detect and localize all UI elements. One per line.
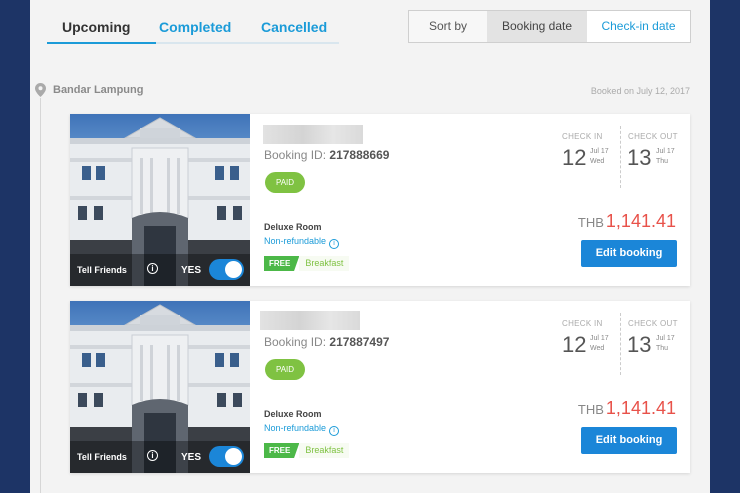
booking-id-value: 217888669: [329, 148, 390, 162]
edit-booking-button[interactable]: Edit booking: [581, 240, 677, 267]
price-amount: 1,141.41: [605, 211, 676, 231]
sort-booking-date[interactable]: Booking date: [487, 11, 587, 42]
check-in-weekday: Wed: [590, 158, 605, 165]
refund-policy: Non-refundable i: [264, 423, 340, 436]
check-in-month-weekday: Jul 17 Wed: [590, 334, 609, 354]
hotel-name-redacted: [260, 311, 360, 330]
date-divider: [620, 126, 621, 188]
refund-policy-label[interactable]: Non-refundable: [264, 423, 326, 433]
perk-label: Breakfast: [299, 443, 350, 458]
price-currency: THB: [577, 215, 604, 230]
booking-card: Tell Friends i YES Booking ID: 217888669…: [70, 114, 690, 286]
info-icon[interactable]: i: [147, 263, 158, 274]
booking-id-label: Booking ID:: [264, 335, 327, 349]
perk-label: Breakfast: [299, 256, 350, 271]
sort-check-in-date[interactable]: Check-in date: [587, 11, 690, 42]
check-in-label: CHECK IN: [562, 319, 603, 328]
booking-tabs: Upcoming Completed Cancelled: [47, 0, 339, 44]
sort-control: Sort by Booking date Check-in date: [408, 10, 691, 43]
timeline-line: [40, 98, 41, 493]
info-icon[interactable]: i: [329, 239, 340, 249]
check-out-month: Jul 17: [656, 148, 675, 155]
check-out-month-weekday: Jul 17 Thu: [656, 147, 675, 167]
perk-tag: FREE Breakfast: [264, 256, 350, 271]
check-out-month-weekday: Jul 17 Thu: [656, 334, 675, 354]
booking-price: THB 1,141.41: [578, 211, 676, 232]
booking-price: THB 1,141.41: [578, 398, 676, 419]
check-out-day: 13: [627, 145, 652, 170]
check-in-month: Jul 17: [590, 148, 609, 155]
check-out-label: CHECK OUT: [628, 319, 678, 328]
check-in-day: 12: [562, 332, 587, 357]
perk-tag: FREE Breakfast: [264, 443, 350, 458]
check-out-label: CHECK OUT: [628, 132, 678, 141]
check-in-month-weekday: Jul 17 Wed: [590, 147, 609, 167]
date-divider: [620, 313, 621, 375]
share-toggle-label: YES: [181, 265, 202, 276]
check-in-month: Jul 17: [590, 335, 609, 342]
booking-id: Booking ID: 217887497: [264, 335, 389, 349]
toggle-knob: [225, 261, 242, 278]
refund-policy: Non-refundable i: [264, 236, 340, 249]
room-type: Deluxe Room: [264, 409, 322, 419]
share-toggle[interactable]: [209, 259, 244, 280]
check-in-day: 12: [562, 145, 587, 170]
free-label: FREE: [264, 443, 300, 458]
room-type: Deluxe Room: [264, 222, 322, 232]
tell-friends-label: Tell Friends: [77, 265, 127, 275]
check-out-weekday: Thu: [656, 158, 669, 165]
hotel-photo: Tell Friends i YES: [70, 301, 250, 473]
refund-policy-label[interactable]: Non-refundable: [264, 236, 326, 246]
toggle-knob: [225, 448, 242, 465]
booking-id-value: 217887497: [329, 335, 390, 349]
sort-by-label: Sort by: [409, 11, 487, 42]
city-name: Bandar Lampung: [53, 84, 144, 96]
booking-id-label: Booking ID:: [264, 148, 327, 162]
booking-card: Tell Friends i YES Booking ID: 217887497…: [70, 301, 690, 473]
tell-friends-label: Tell Friends: [77, 452, 127, 462]
hotel-photo: Tell Friends i YES: [70, 114, 250, 286]
check-out-weekday: Thu: [656, 345, 669, 352]
booked-on-date: Booked on July 12, 2017: [590, 86, 690, 96]
booking-id: Booking ID: 217888669: [264, 148, 389, 162]
share-toggle[interactable]: [209, 446, 244, 467]
info-icon[interactable]: i: [329, 426, 340, 436]
price-currency: THB: [577, 402, 604, 417]
check-out-day: 13: [627, 332, 652, 357]
tab-upcoming[interactable]: Upcoming: [62, 19, 130, 35]
tab-completed[interactable]: Completed: [159, 19, 231, 35]
check-out-month: Jul 17: [656, 335, 675, 342]
info-icon[interactable]: i: [147, 450, 158, 461]
free-label: FREE: [264, 256, 300, 271]
bookings-panel: Upcoming Completed Cancelled Sort by Boo…: [30, 0, 710, 493]
tab-cancelled[interactable]: Cancelled: [261, 19, 327, 35]
hotel-name-redacted: [263, 125, 363, 144]
paid-status-badge: PAID: [265, 172, 305, 193]
check-in-label: CHECK IN: [562, 132, 603, 141]
check-in-weekday: Wed: [590, 345, 605, 352]
location-pin-icon: [35, 83, 46, 97]
price-amount: 1,141.41: [605, 398, 676, 418]
paid-status-badge: PAID: [265, 359, 305, 380]
edit-booking-button[interactable]: Edit booking: [581, 427, 677, 454]
share-toggle-label: YES: [181, 452, 202, 463]
active-tab-underline: [47, 42, 156, 44]
